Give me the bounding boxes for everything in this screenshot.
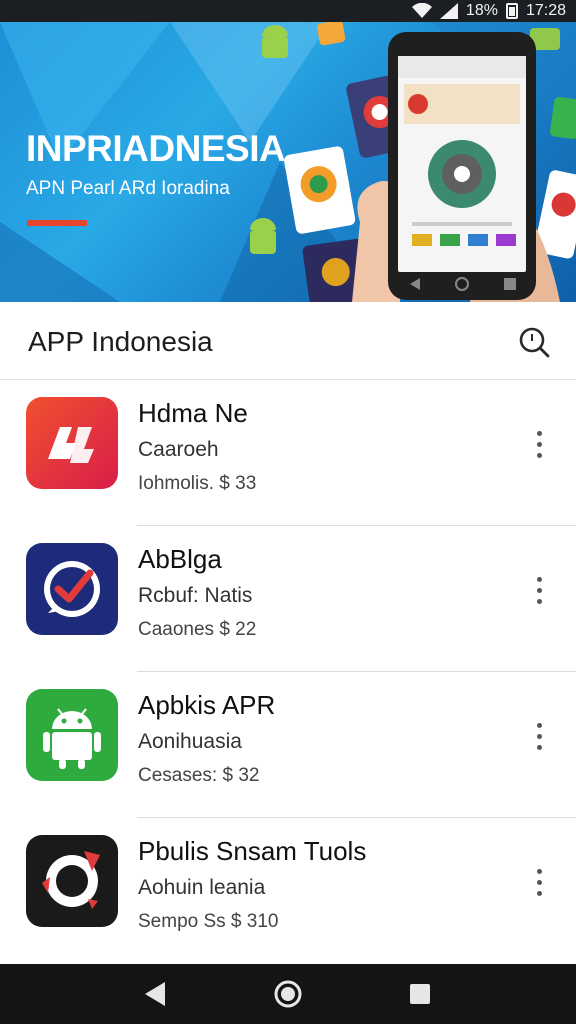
recents-icon <box>410 984 430 1004</box>
app-red-logo-icon <box>26 397 118 489</box>
android-robot-icon <box>262 25 288 58</box>
promo-banner[interactable]: INPRIADNESIA APN Pearl ARd Ioradina <box>0 22 576 302</box>
back-icon <box>145 982 165 1006</box>
dot-icon <box>536 879 542 885</box>
more-options-button[interactable] <box>524 862 554 902</box>
app-category: Aohuin leania <box>138 876 266 899</box>
wifi-icon <box>411 3 432 18</box>
dot-icon <box>536 890 542 896</box>
android-robot-icon <box>26 689 118 781</box>
app-check-badge-icon <box>26 543 118 635</box>
list-item[interactable]: Pbulis Snsam Tuols Aohuin leania Sempo S… <box>0 818 576 964</box>
status-icons: 18% 17:28 <box>411 0 566 22</box>
list-item[interactable]: Hdma Ne Caaroeh Iohmolis. $ 33 <box>0 380 576 526</box>
app-meta: Caaones $ 22 <box>138 619 257 640</box>
home-icon <box>274 980 302 1008</box>
signal-icon <box>439 3 458 19</box>
app-meta: Iohmolis. $ 33 <box>138 473 257 494</box>
more-options-button[interactable] <box>524 716 554 756</box>
battery-icon <box>505 3 518 19</box>
page-title: APP Indonesia <box>28 326 213 357</box>
app-name: AbBlga <box>138 544 222 574</box>
navigation-bar <box>0 964 576 1024</box>
dot-icon <box>536 722 542 728</box>
app-bar: APP Indonesia <box>0 302 576 380</box>
app-ring-logo-icon <box>26 835 118 927</box>
banner-accent-rule <box>27 220 87 226</box>
banner-subtitle: APN Pearl ARd Ioradina <box>26 178 230 199</box>
search-icon <box>519 327 550 358</box>
app-list: Hdma Ne Caaroeh Iohmolis. $ 33 AbBlga Rc… <box>0 380 576 964</box>
dot-icon <box>536 733 542 739</box>
app-meta: Sempo Ss $ 310 <box>138 911 279 932</box>
list-item[interactable]: AbBlga Rcbuf: Natis Caaones $ 22 <box>0 526 576 672</box>
search-button[interactable] <box>516 324 552 360</box>
app-name: Pbulis Snsam Tuols <box>138 836 367 866</box>
dot-icon <box>536 587 542 593</box>
dot-icon <box>536 430 542 436</box>
app-category: Caaroeh <box>138 438 219 461</box>
dot-icon <box>536 452 542 458</box>
more-options-button[interactable] <box>524 424 554 464</box>
clock: 17:28 <box>525 2 566 19</box>
app-name: Hdma Ne <box>138 398 248 428</box>
phone-mockup-icon <box>388 32 536 300</box>
dot-icon <box>536 598 542 604</box>
app-name: Apbkis APR <box>138 690 276 720</box>
app-category: Aonihuasia <box>138 730 242 753</box>
list-item[interactable]: Apbkis APR Aonihuasia Cesases: $ 32 <box>0 672 576 818</box>
back-button[interactable] <box>136 974 176 1014</box>
dot-icon <box>536 868 542 874</box>
dot-icon <box>536 744 542 750</box>
more-options-button[interactable] <box>524 570 554 610</box>
recents-button[interactable] <box>400 974 440 1014</box>
status-bar: 18% 17:28 <box>0 0 576 22</box>
dot-icon <box>536 576 542 582</box>
banner-title: INPRIADNESIA <box>26 128 286 169</box>
app-category: Rcbuf: Natis <box>138 584 253 607</box>
app-meta: Cesases: $ 32 <box>138 765 260 786</box>
dot-icon <box>536 441 542 447</box>
battery-percent: 18% <box>465 2 498 19</box>
home-button[interactable] <box>268 974 308 1014</box>
